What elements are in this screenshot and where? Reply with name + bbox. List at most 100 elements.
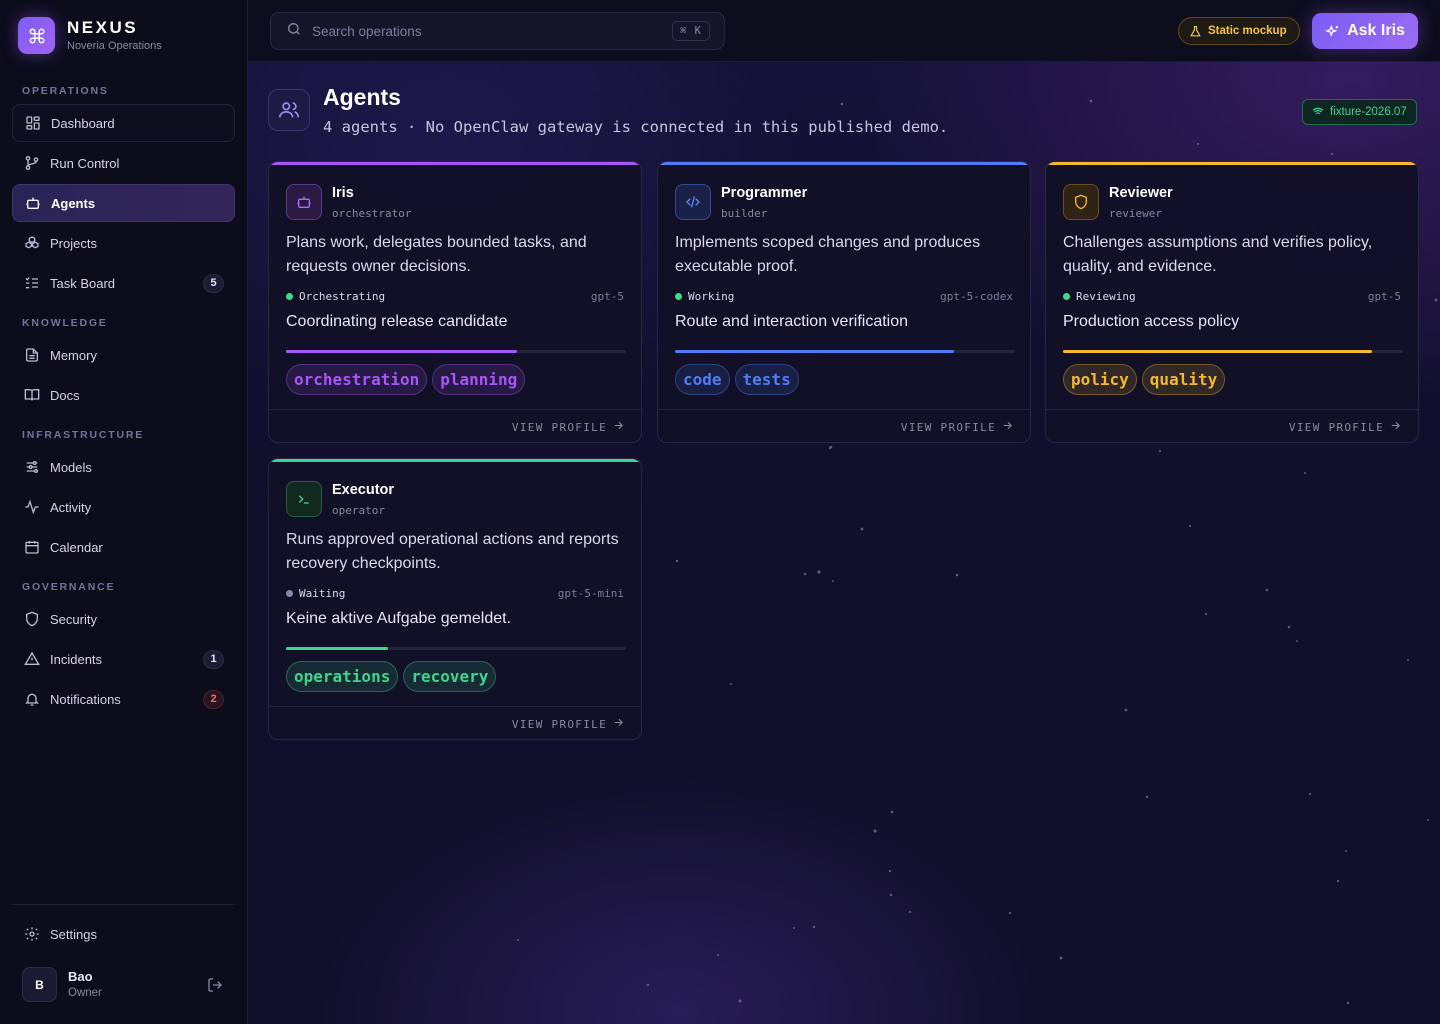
agent-task: Keine aktive Aufgabe gemeldet. [286, 610, 512, 627]
sidebar: NEXUS Noveria Operations OPERATIONS Dash… [0, 0, 248, 1024]
shield-icon [23, 611, 40, 628]
user-role: Owner [68, 987, 102, 999]
view-profile-label: VIEW PROFILE [511, 420, 607, 434]
book-icon [23, 387, 40, 404]
view-profile-link[interactable]: VIEW PROFILE [1289, 420, 1401, 434]
command-icon [18, 17, 55, 54]
section-label-operations: OPERATIONS [22, 85, 109, 97]
sidebar-item-label: Settings [50, 926, 97, 942]
logout-icon[interactable] [207, 977, 223, 998]
agent-status: Working [675, 290, 734, 303]
pulse-icon [23, 499, 40, 516]
brand-subtitle: Noveria Operations [67, 40, 162, 52]
sidebar-item-settings[interactable]: Settings [12, 915, 235, 953]
sidebar-item-memory[interactable]: Memory [12, 336, 235, 374]
robot-icon [24, 195, 41, 212]
git-branch-icon [23, 155, 40, 172]
agent-card-programmer[interactable]: Programmer builder Implements scoped cha… [657, 161, 1031, 443]
arrow-right-icon [1002, 420, 1013, 434]
terminal-icon [286, 481, 322, 517]
agent-status: Waiting [286, 587, 345, 600]
agent-status-label: Orchestrating [299, 290, 386, 303]
status-dot [286, 590, 293, 597]
agent-description: Runs approved operational actions and re… [286, 531, 619, 572]
tag: orchestration [286, 364, 428, 395]
tag: recovery [403, 661, 497, 692]
sidebar-item-security[interactable]: Security [12, 600, 235, 638]
agent-card-reviewer[interactable]: Reviewer reviewer Challenges assumptions… [1045, 161, 1419, 443]
tag: policy [1063, 364, 1137, 395]
sidebar-item-label: Incidents [50, 651, 103, 667]
sidebar-item-label: Memory [50, 347, 97, 363]
sliders-icon [23, 459, 40, 476]
sidebar-item-agents[interactable]: Agents [12, 184, 235, 222]
dashboard-icon [24, 115, 41, 132]
agent-card-iris[interactable]: Iris orchestrator Plans work, delegates … [268, 161, 642, 443]
avatar: B [22, 967, 57, 1002]
agent-model: gpt-5 [1367, 290, 1401, 303]
view-profile-link[interactable]: VIEW PROFILE [901, 420, 1013, 434]
status-dot [286, 293, 293, 300]
arrow-right-icon [613, 717, 624, 731]
sidebar-item-activity[interactable]: Activity [12, 488, 235, 526]
agent-role: operator [332, 504, 385, 517]
user-name: Bao [68, 969, 93, 984]
sidebar-item-label: Activity [50, 499, 92, 515]
status-dot [1063, 293, 1070, 300]
arrow-right-icon [1390, 420, 1401, 434]
view-profile-label: VIEW PROFILE [900, 420, 996, 434]
card-footer: VIEW PROFILE [269, 409, 641, 442]
agent-tags: code tests [675, 364, 799, 395]
agent-role: orchestrator [332, 207, 412, 220]
task-count-badge: 5 [203, 273, 224, 293]
agent-name: Programmer [721, 185, 808, 201]
agent-status: Reviewing [1063, 290, 1136, 303]
section-label-infrastructure: INFRASTRUCTURE [22, 429, 145, 441]
ask-iris-button[interactable]: Ask Iris [1312, 13, 1418, 49]
document-icon [23, 347, 40, 364]
view-profile-label: VIEW PROFILE [511, 717, 607, 731]
agent-status-label: Working [688, 290, 735, 303]
fixture-label: fixture-2026.07 [1330, 106, 1407, 118]
agent-model: gpt-5-mini [557, 587, 624, 600]
wifi-icon [1312, 106, 1324, 118]
card-footer: VIEW PROFILE [1046, 409, 1418, 442]
progress-fill [675, 350, 954, 353]
shield-icon [1063, 184, 1099, 220]
card-accent-bar [1046, 162, 1418, 165]
search-bar[interactable]: Search operations ⌘ K [270, 12, 725, 50]
agent-role: reviewer [1109, 207, 1162, 220]
agent-task: Production access policy [1063, 313, 1240, 330]
section-label-governance: GOVERNANCE [22, 581, 116, 593]
sidebar-item-run-control[interactable]: Run Control [12, 144, 235, 182]
sidebar-item-notifications[interactable]: Notifications 2 [12, 680, 235, 718]
sidebar-item-task-board[interactable]: Task Board 5 [12, 264, 235, 302]
user-profile[interactable]: B Bao Owner [22, 967, 102, 1002]
agent-task: Coordinating release candidate [286, 313, 508, 330]
page-subtitle: 4 agents · No OpenClaw gateway is connec… [323, 118, 949, 136]
brand[interactable]: NEXUS Noveria Operations [18, 17, 162, 54]
agent-status-label: Waiting [299, 587, 346, 600]
sidebar-item-label: Models [50, 459, 92, 475]
cubes-icon [23, 235, 40, 252]
tag: code [675, 364, 730, 395]
topbar: Search operations ⌘ K Static mockup Ask … [248, 0, 1440, 62]
agent-progress [1063, 350, 1403, 353]
agent-card-executor[interactable]: Executor operator Runs approved operatio… [268, 458, 642, 740]
sidebar-item-projects[interactable]: Projects [12, 224, 235, 262]
gear-icon [23, 926, 40, 943]
robot-icon [286, 184, 322, 220]
sidebar-item-docs[interactable]: Docs [12, 376, 235, 414]
sidebar-item-incidents[interactable]: Incidents 1 [12, 640, 235, 678]
view-profile-link[interactable]: VIEW PROFILE [512, 717, 624, 731]
agent-name: Executor [332, 482, 395, 498]
view-profile-link[interactable]: VIEW PROFILE [512, 420, 624, 434]
section-label-knowledge: KNOWLEDGE [22, 317, 108, 329]
sidebar-item-dashboard[interactable]: Dashboard [12, 104, 235, 142]
sidebar-item-models[interactable]: Models [12, 448, 235, 486]
sidebar-item-calendar[interactable]: Calendar [12, 528, 235, 566]
bell-icon [23, 691, 40, 708]
notification-count-badge: 2 [203, 689, 224, 709]
page-title: Agents [323, 84, 401, 110]
agent-status: Orchestrating [286, 290, 385, 303]
